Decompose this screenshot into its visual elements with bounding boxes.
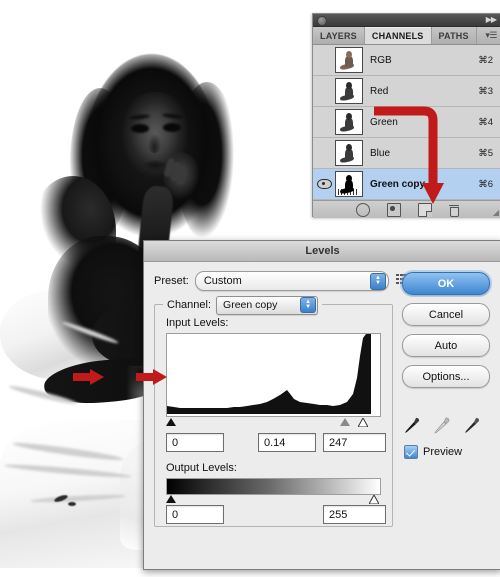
options-button[interactable]: Options...	[402, 365, 490, 388]
delete-channel-icon[interactable]	[448, 204, 459, 217]
visibility-toggle[interactable]	[313, 107, 335, 137]
channel-shortcut: ⌘5	[478, 147, 493, 159]
tab-paths[interactable]: PATHS	[431, 27, 477, 44]
preset-select[interactable]: Custom ▲ ▼	[194, 270, 389, 291]
visibility-toggle[interactable]	[313, 169, 335, 199]
close-circle-icon[interactable]	[317, 16, 327, 26]
input-gamma-slider[interactable]	[340, 418, 350, 426]
preview-checkbox[interactable]	[404, 445, 418, 459]
output-white-field[interactable]: 255	[323, 505, 386, 524]
output-black-point-slider[interactable]	[166, 495, 176, 503]
channel-thumbnail	[335, 109, 363, 135]
visibility-toggle[interactable]	[313, 76, 335, 106]
panel-menu-icon[interactable]: ▾☰	[485, 30, 497, 41]
preview-label: Preview	[423, 446, 463, 458]
input-black-point-slider[interactable]	[166, 418, 176, 426]
input-levels-label: Input Levels:	[166, 317, 229, 329]
stepper-arrows-icon[interactable]: ▲ ▼	[370, 272, 386, 290]
save-selection-as-channel-icon[interactable]	[386, 202, 401, 217]
channel-thumbnail	[335, 47, 363, 73]
create-new-channel-icon[interactable]	[417, 202, 432, 217]
photo-nose	[148, 134, 161, 153]
collapse-icon[interactable]: ▶▶	[486, 15, 497, 24]
channel-row-rgb[interactable]: RGB ⌘2	[313, 45, 500, 76]
channel-thumbnail	[335, 78, 363, 104]
channel-name: RGB	[370, 54, 392, 66]
resize-grip-icon[interactable]: ◢	[493, 208, 499, 217]
channel-row-blue[interactable]: Blue ⌘5	[313, 138, 500, 169]
input-levels-histogram	[166, 333, 381, 417]
channel-name: Green	[370, 116, 398, 128]
load-channel-as-selection-icon[interactable]	[355, 202, 370, 217]
levels-button-column: OK Cancel Auto Options...	[402, 272, 492, 396]
levels-dialog[interactable]: Levels Preset: Custom ▲ ▼ Channel: Green …	[143, 240, 500, 570]
preset-row: Preset: Custom ▲ ▼	[154, 270, 389, 291]
output-levels-label: Output Levels:	[166, 462, 237, 474]
channel-row-green-copy[interactable]: Green copy ⌘6	[313, 169, 500, 200]
preset-label: Preset:	[154, 274, 189, 287]
input-white-point-slider[interactable]	[358, 418, 368, 427]
tab-channels[interactable]: CHANNELS	[364, 27, 432, 44]
input-white-field[interactable]: 247	[323, 433, 386, 452]
output-black-field[interactable]: 0	[166, 505, 224, 524]
tab-channels-label: CHANNELS	[371, 30, 424, 41]
channel-shortcut: ⌘2	[478, 54, 493, 66]
input-levels-slider[interactable]	[166, 417, 379, 428]
preview-checkbox-row[interactable]: Preview	[404, 445, 462, 459]
levels-dialog-title: Levels	[144, 241, 500, 262]
channel-shortcut: ⌘4	[478, 116, 493, 128]
output-white-point-slider[interactable]	[369, 495, 379, 504]
input-black-field[interactable]: 0	[166, 433, 224, 452]
channel-legend: Channel: Green copy ▲ ▼	[163, 295, 323, 315]
channel-name: Green copy	[370, 178, 426, 190]
channel-select[interactable]: Green copy ▲ ▼	[216, 295, 319, 315]
cancel-button[interactable]: Cancel	[402, 303, 490, 326]
stepper-arrows-icon[interactable]: ▲ ▼	[300, 297, 317, 313]
photo-eye-left	[131, 124, 149, 133]
channels-panel-footer[interactable]: ◢	[313, 200, 500, 218]
photo-eye-right	[163, 123, 181, 132]
photo-dark-speck	[68, 502, 76, 506]
set-gray-point-eyedropper-icon[interactable]	[434, 416, 450, 434]
channels-list[interactable]: RGB ⌘2 Red ⌘3 Green ⌘4 Blue ⌘5 Green cop…	[313, 45, 500, 200]
visibility-toggle[interactable]	[313, 45, 335, 75]
channel-name: Blue	[370, 147, 391, 159]
channel-value: Green copy	[223, 299, 278, 311]
tab-paths-label: PATHS	[438, 30, 469, 41]
channels-panel-tabs[interactable]: LAYERS CHANNELS PATHS ▾☰	[313, 27, 500, 45]
channel-thumbnail	[335, 140, 363, 166]
eye-icon[interactable]	[316, 179, 332, 189]
channel-shortcut: ⌘3	[478, 85, 493, 97]
channel-shortcut: ⌘6	[478, 178, 493, 190]
ok-button[interactable]: OK	[402, 272, 490, 295]
set-black-point-eyedropper-icon[interactable]	[404, 416, 420, 434]
output-levels-ramp	[166, 478, 381, 495]
auto-button[interactable]: Auto	[402, 334, 490, 357]
channel-name: Red	[370, 85, 389, 97]
tab-layers[interactable]: LAYERS	[313, 27, 365, 44]
set-white-point-eyedropper-icon[interactable]	[464, 416, 480, 434]
output-levels-slider[interactable]	[166, 494, 379, 505]
channel-fieldset: Channel: Green copy ▲ ▼ Input Levels: 0 …	[154, 295, 393, 527]
channel-row-red[interactable]: Red ⌘3	[313, 76, 500, 107]
preset-value: Custom	[203, 274, 242, 287]
levels-dialog-body: Preset: Custom ▲ ▼ Channel: Green copy ▲ ▼…	[144, 262, 500, 577]
channel-label: Channel:	[167, 299, 212, 311]
input-gamma-field[interactable]: 0.14	[258, 433, 316, 452]
channels-panel[interactable]: ▶▶ LAYERS CHANNELS PATHS ▾☰ RGB ⌘2 Red ⌘…	[312, 13, 500, 218]
visibility-toggle[interactable]	[313, 138, 335, 168]
channel-row-green[interactable]: Green ⌘4	[313, 107, 500, 138]
channel-thumbnail	[335, 171, 363, 197]
eyedropper-group	[404, 414, 492, 436]
tab-layers-label: LAYERS	[320, 30, 357, 41]
channels-panel-titlebar: ▶▶	[313, 14, 500, 27]
